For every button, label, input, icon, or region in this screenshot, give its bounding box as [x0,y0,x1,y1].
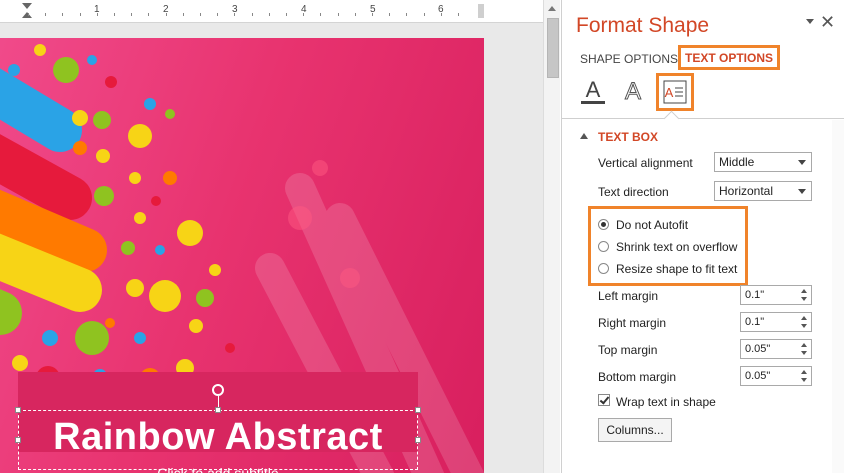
ruler-tick [96,13,98,16]
right-margin-value: 0.1" [745,316,765,328]
selected-tab-pointer [663,110,680,127]
ruler-tick [320,13,322,16]
ruler-tick [337,13,339,16]
right-margin-spinner[interactable]: 0.1" [740,312,812,332]
radio-label: Do not Autofit [616,218,689,232]
text-effects-icon[interactable]: A [618,76,648,108]
ruler-tick [45,13,47,16]
radio-icon[interactable] [598,263,609,274]
horizontal-ruler[interactable]: 1 2 3 4 5 6 [0,0,543,23]
pane-scrollbar[interactable] [832,120,844,473]
chevron-down-icon [798,189,806,194]
vertical-scrollbar[interactable] [543,0,560,473]
bottom-margin-spinner[interactable]: 0.05" [740,366,812,386]
svg-text:A: A [665,85,674,100]
radio-label: Resize shape to fit text [616,262,738,276]
ruler-tick [234,13,236,16]
ruler-tick [79,13,81,16]
ruler-tick [389,13,391,16]
section-text-box[interactable]: TEXT BOX [598,130,658,144]
svg-text:A: A [586,77,601,102]
text-direction-value: Horizontal [719,184,774,198]
top-margin-spinner[interactable]: 0.05" [740,339,812,359]
ruler-tick [131,13,133,16]
format-shape-pane: Format Shape ✕ SHAPE OPTIONS TEXT OPTION… [561,0,844,473]
ruler-tick [182,13,184,16]
ruler-tick [165,13,167,16]
ruler-tick [354,13,356,16]
collapse-arrow-icon[interactable] [580,133,588,139]
ruler-tick [148,13,150,16]
text-fill-outline-icon[interactable]: A [578,76,608,108]
text-direction-select[interactable]: Horizontal [714,181,812,201]
radio-selected-icon[interactable] [598,219,609,230]
resize-handle[interactable] [415,407,421,413]
scroll-up-icon[interactable] [548,6,556,11]
tab-shape-options[interactable]: SHAPE OPTIONS [580,52,678,66]
wrap-text-label[interactable]: Wrap text in shape [616,395,716,409]
bottom-margin-value: 0.05" [745,370,771,382]
spin-up-icon[interactable] [801,343,807,347]
vertical-alignment-label: Vertical alignment [598,156,693,170]
scroll-thumb[interactable] [547,18,559,78]
close-icon[interactable]: ✕ [820,12,835,33]
ruler-tick [286,13,287,16]
radio-label: Shrink text on overflow [616,240,738,254]
ruler-tick [28,13,29,16]
rotate-handle-icon[interactable] [212,384,224,396]
bottom-margin-label: Bottom margin [598,370,677,384]
ruler-tick [303,13,305,16]
spin-up-icon[interactable] [801,370,807,374]
spin-up-icon[interactable] [801,316,807,320]
wrap-text-checkbox[interactable] [598,394,610,406]
right-margin-label: Right margin [598,316,667,330]
textbox-icon[interactable]: A [656,73,694,111]
left-margin-spinner[interactable]: 0.1" [740,285,812,305]
ruler-tick [251,13,253,16]
top-margin-label: Top margin [598,343,658,357]
ruler-tick [114,13,115,16]
spin-down-icon[interactable] [801,297,807,301]
ruler-tick [62,13,64,16]
ruler-tick [372,13,373,16]
left-margin-label: Left margin [598,289,659,303]
ruler-tick [423,13,425,16]
spin-down-icon[interactable] [801,324,807,328]
ruler-tick [268,13,270,16]
tab-text-options[interactable]: TEXT OPTIONS [678,45,780,70]
right-indent-marker[interactable] [478,4,484,18]
radio-do-not-autofit[interactable]: Do not Autofit [598,218,688,232]
radio-icon[interactable] [598,241,609,252]
spin-down-icon[interactable] [801,378,807,382]
left-margin-value: 0.1" [745,289,765,301]
radio-resize-shape[interactable]: Resize shape to fit text [598,262,737,276]
resize-handle[interactable] [215,407,221,413]
vertical-alignment-select[interactable]: Middle [714,152,812,172]
slide-editor: 1 2 3 4 5 6 Rainbow Abstract Click to ad… [0,0,560,473]
pane-divider [562,118,844,119]
spin-down-icon[interactable] [801,351,807,355]
slide-title[interactable]: Rainbow Abstract [18,416,418,459]
slide-subtitle[interactable]: Click to add subtitle [18,465,418,473]
first-line-indent-marker[interactable] [22,3,32,9]
ruler-tick [440,13,442,16]
text-direction-label: Text direction [598,185,669,199]
resize-handle[interactable] [15,407,21,413]
ruler-tick [217,13,219,16]
chevron-down-icon [798,160,806,165]
hanging-indent-marker[interactable] [22,12,32,18]
spin-up-icon[interactable] [801,289,807,293]
columns-button[interactable]: Columns... [598,418,672,442]
svg-text:A: A [625,78,641,105]
ruler-tick [200,13,201,16]
pane-options-dropdown-icon[interactable] [806,19,814,24]
vertical-alignment-value: Middle [719,155,755,169]
ruler-tick [406,13,408,16]
radio-shrink-text[interactable]: Shrink text on overflow [598,240,737,254]
pane-title: Format Shape [576,14,710,37]
ruler-tick [458,13,459,16]
top-margin-value: 0.05" [745,343,771,355]
